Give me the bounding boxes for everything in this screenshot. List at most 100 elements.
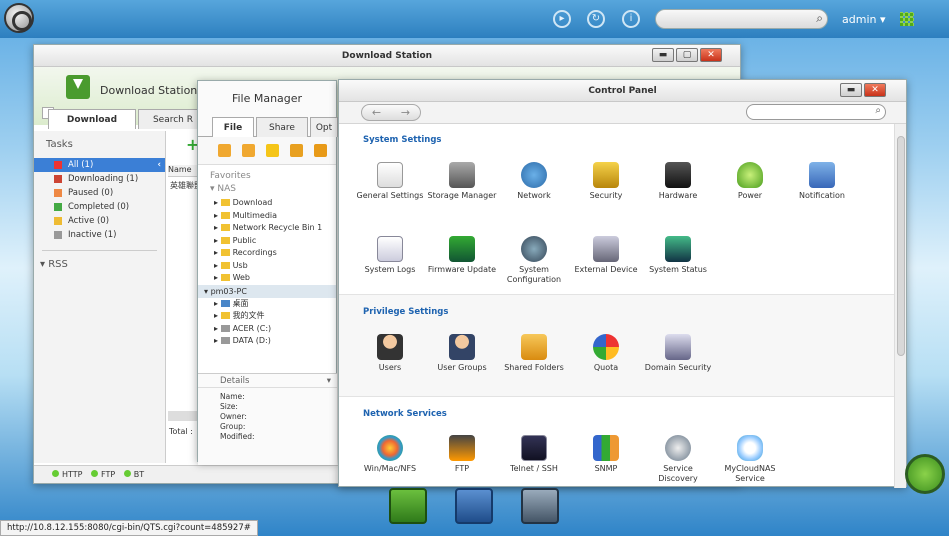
top-search-input[interactable]: ⌕ xyxy=(655,9,828,29)
close-icon[interactable]: ✕ xyxy=(864,83,886,97)
cp-item-external-device[interactable]: External Device xyxy=(571,236,641,275)
tree-folder[interactable]: ▸ Download xyxy=(198,197,336,210)
cp-item-storage-manager[interactable]: Storage Manager xyxy=(427,162,497,201)
firmware-update-icon xyxy=(449,236,475,262)
item-label: Firmware Update xyxy=(427,265,497,274)
search-icon[interactable]: ⌕ xyxy=(875,105,881,116)
tree-folder[interactable]: ▸ Multimedia xyxy=(198,210,336,223)
cp-item-snmp[interactable]: SNMP xyxy=(571,435,641,474)
cp-item-security[interactable]: Security xyxy=(571,162,641,201)
dock-download-station-icon[interactable] xyxy=(389,488,427,524)
refresh-icon[interactable]: ↻ xyxy=(587,10,605,28)
item-label: Service Discovery xyxy=(658,464,698,483)
details-header[interactable]: Details ▾ xyxy=(198,374,337,388)
domain-security-icon xyxy=(665,334,691,360)
cp-item-network[interactable]: Network xyxy=(499,162,569,201)
minimize-icon[interactable]: ▬ xyxy=(652,48,674,62)
cp-item-notification[interactable]: Notification xyxy=(787,162,857,201)
favorites-label[interactable]: Favorites xyxy=(198,165,336,183)
cp-item-telnet-ssh[interactable]: Telnet / SSH xyxy=(499,435,569,474)
apps-grid-icon[interactable] xyxy=(900,12,914,26)
section-privilege-settings: Privilege Settings xyxy=(363,307,449,317)
folder-icon xyxy=(220,274,230,281)
cp-item-system-logs[interactable]: System Logs xyxy=(355,236,425,275)
dock-file-manager-icon[interactable] xyxy=(521,488,559,524)
task-label: Paused (0) xyxy=(68,188,114,198)
delete-icon[interactable] xyxy=(290,144,303,157)
cp-item-domain-security[interactable]: Domain Security xyxy=(643,334,713,373)
cp-item-firmware-update[interactable]: Firmware Update xyxy=(427,236,497,275)
item-label: Shared Folders xyxy=(504,363,564,372)
cp-item-service-discovery[interactable]: Service Discovery xyxy=(643,435,713,484)
scroll-thumb[interactable] xyxy=(897,136,905,356)
task-label: Downloading (1) xyxy=(68,174,139,184)
control-panel-window: Control Panel ▬ ✕ ← → ⌕ System Settings G… xyxy=(338,79,907,488)
task-filter-inactive[interactable]: Inactive (1) xyxy=(34,228,165,242)
cp-item-power[interactable]: Power xyxy=(715,162,785,201)
new-folder-icon[interactable] xyxy=(266,144,279,157)
cp-item-win-mac-nfs[interactable]: Win/Mac/NFS xyxy=(355,435,425,474)
task-filter-downloading[interactable]: Downloading (1) xyxy=(34,172,165,186)
item-label: User Groups xyxy=(437,363,487,372)
horizontal-scrollbar[interactable] xyxy=(168,411,198,421)
tab-file[interactable]: File xyxy=(212,117,254,137)
tab-options[interactable]: Opt xyxy=(310,117,338,137)
user-menu[interactable]: admin ▾ xyxy=(842,13,886,26)
forward-arrow-icon[interactable]: → xyxy=(401,105,410,120)
up-icon[interactable] xyxy=(218,144,231,157)
system-configuration-icon xyxy=(521,236,547,262)
cp-item-hardware[interactable]: Hardware xyxy=(643,162,713,201)
rss-section[interactable]: ▾ RSS xyxy=(34,251,165,270)
tree-folder[interactable]: ▸ ACER (C:) xyxy=(198,323,336,336)
cp-item-system-configuration[interactable]: System Configuration xyxy=(499,236,569,285)
task-filter-all[interactable]: All (1) ‹ xyxy=(34,158,165,172)
detail-size: Size: xyxy=(220,402,238,411)
users-icon xyxy=(377,334,403,360)
cp-item-shared-folders[interactable]: Shared Folders xyxy=(499,334,569,373)
tree-folder[interactable]: ▸ 我的文件 xyxy=(198,310,336,323)
tree-folder[interactable]: ▸ Network Recycle Bin 1 xyxy=(198,222,336,235)
tab-download[interactable]: Download xyxy=(48,109,136,129)
cp-item-user-groups[interactable]: User Groups xyxy=(427,334,497,373)
qnap-logo-icon[interactable] xyxy=(4,3,34,33)
search-icon[interactable]: ⌕ xyxy=(816,11,823,26)
tree-folder[interactable]: ▸ Web xyxy=(198,272,336,285)
user-groups-icon xyxy=(449,334,475,360)
close-icon[interactable]: ✕ xyxy=(700,48,722,62)
user-name: admin xyxy=(842,13,877,26)
tree-folder[interactable]: ▸ Public xyxy=(198,235,336,248)
cp-item-general-settings[interactable]: General Settings xyxy=(355,162,425,201)
cp-search-input[interactable]: ⌕ xyxy=(746,104,886,120)
task-filter-completed[interactable]: Completed (0) xyxy=(34,200,165,214)
paused-icon xyxy=(54,189,62,197)
tree-folder[interactable]: ▸ DATA (D:) xyxy=(198,335,336,348)
folder-icon xyxy=(220,312,230,319)
pc-node[interactable]: ▾ pm03-PC xyxy=(198,284,336,298)
download-icon[interactable] xyxy=(242,144,255,157)
ftp-icon xyxy=(449,435,475,461)
tab-share[interactable]: Share xyxy=(256,117,308,137)
power-icon xyxy=(737,162,763,188)
cp-item-ftp[interactable]: FTP xyxy=(427,435,497,474)
tree-folder[interactable]: ▸ Recordings xyxy=(198,247,336,260)
cp-item-users[interactable]: Users xyxy=(355,334,425,373)
info-icon[interactable]: i xyxy=(622,10,640,28)
task-filter-paused[interactable]: Paused (0) xyxy=(34,186,165,200)
tree-folder[interactable]: ▸ Usb xyxy=(198,260,336,273)
refresh-icon[interactable] xyxy=(314,144,327,157)
tree-folder[interactable]: ▸ 桌面 xyxy=(198,298,336,311)
dock-control-panel-icon[interactable] xyxy=(455,488,493,524)
col-header-name[interactable]: Name xyxy=(168,165,198,177)
cp-item-system-status[interactable]: System Status xyxy=(643,236,713,275)
minimize-icon[interactable]: ▬ xyxy=(840,83,862,97)
play-icon[interactable]: ▸ xyxy=(553,10,571,28)
nas-label[interactable]: ▾ NAS xyxy=(198,183,336,197)
cp-item-mycloudnas[interactable]: MyCloudNAS Service xyxy=(715,435,785,484)
maximize-icon[interactable]: ▢ xyxy=(676,48,698,62)
task-filter-active[interactable]: Active (0) xyxy=(34,214,165,228)
cp-scrollbar[interactable] xyxy=(894,124,906,488)
detail-group: Group: xyxy=(220,422,246,431)
cp-item-quota[interactable]: Quota xyxy=(571,334,641,373)
back-arrow-icon[interactable]: ← xyxy=(372,105,381,120)
dashboard-widget-icon[interactable] xyxy=(905,454,945,494)
